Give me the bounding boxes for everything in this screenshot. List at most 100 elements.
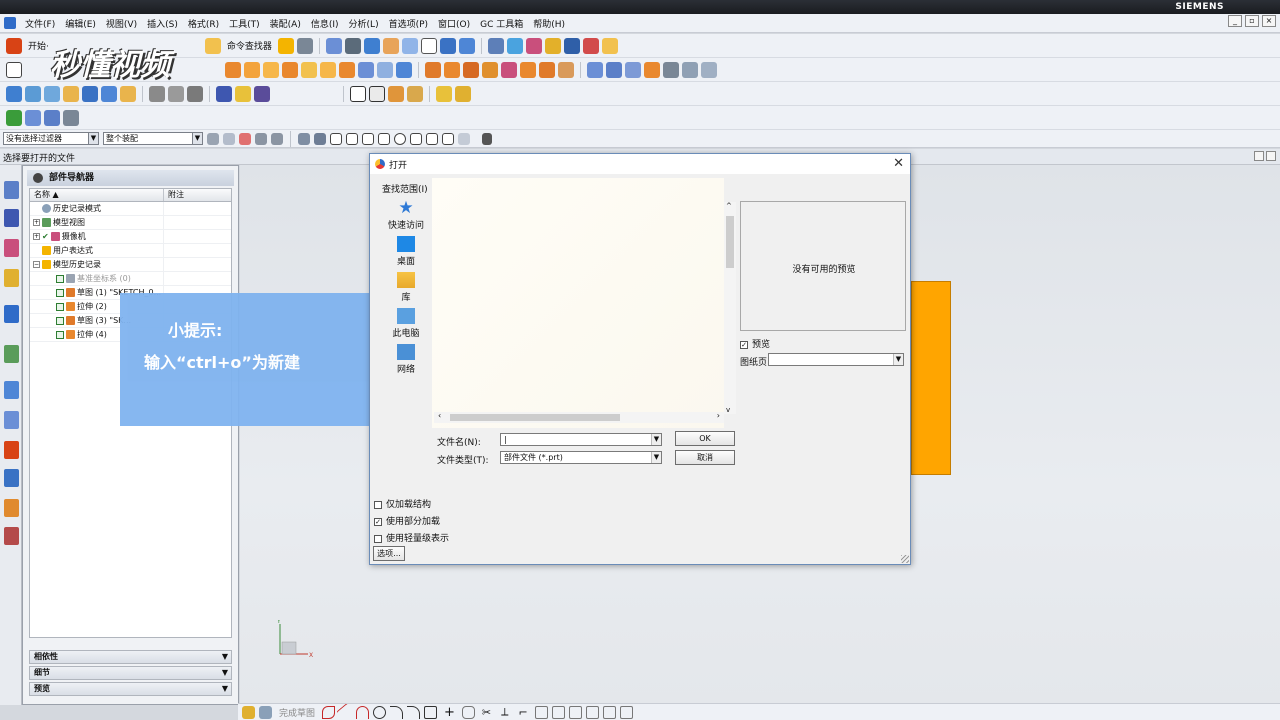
file-list[interactable] — [432, 178, 724, 428]
resize-grip-icon[interactable] — [901, 555, 909, 563]
option-lightweight-row[interactable]: 使用轻量级表示 — [374, 531, 449, 544]
pad-icon[interactable] — [301, 61, 317, 78]
chevron-up-icon[interactable]: ^ — [726, 202, 732, 210]
tree-row-model-history[interactable]: − 模型历史记录 — [30, 258, 231, 272]
visibility-checkbox[interactable] — [56, 302, 64, 311]
command-finder-button[interactable]: 命令查找器 — [227, 39, 272, 52]
layer-icon[interactable] — [487, 37, 504, 54]
manufacturing-wizard-tab-icon[interactable] — [4, 527, 19, 545]
tree-row-history-mode[interactable]: 历史记录模式 — [30, 202, 231, 216]
boss-icon[interactable] — [282, 61, 298, 78]
folder-icon[interactable] — [277, 37, 294, 54]
section-icon[interactable] — [401, 37, 418, 54]
tree-row-cameras[interactable]: + ✔ 摄像机 — [30, 230, 231, 244]
partial-load-checkbox[interactable]: ✓ — [374, 517, 382, 526]
filter-icon[interactable] — [207, 132, 219, 145]
snap-arc-icon[interactable] — [378, 132, 390, 145]
finish-sketch-button[interactable]: 完成草图 — [279, 706, 315, 719]
expand-icon[interactable]: + — [33, 233, 40, 240]
ok-button[interactable]: OK — [675, 431, 735, 446]
tree-row-datum-csys[interactable]: 基准坐标系 (0) — [30, 272, 231, 286]
tree-row-model-views[interactable]: + 模型视图 — [30, 216, 231, 230]
menu-info[interactable]: 信息(I) — [306, 17, 344, 30]
finish-sketch-icon[interactable] — [259, 705, 272, 719]
start-button[interactable]: 开始· — [28, 39, 49, 52]
clearance-icon[interactable] — [63, 109, 79, 126]
cancel-button[interactable]: 取消 — [675, 450, 735, 465]
line-icon[interactable] — [336, 702, 355, 720]
menu-view[interactable]: 视图(V) — [101, 17, 142, 30]
offset-curve-icon[interactable] — [149, 85, 165, 102]
intersect-icon[interactable] — [463, 61, 479, 78]
mirror-curve-icon[interactable] — [568, 705, 582, 719]
tool-icon[interactable] — [296, 37, 313, 54]
constraint-icon[interactable] — [602, 705, 616, 719]
dependencies-panel[interactable]: 相依性 ▼ — [29, 650, 232, 664]
fit-view-icon[interactable] — [325, 37, 342, 54]
chamfer-icon[interactable] — [377, 61, 393, 78]
patch-icon[interactable] — [663, 61, 679, 78]
analysis-icon[interactable] — [544, 37, 561, 54]
cube-icon[interactable] — [363, 37, 380, 54]
history-tab-icon[interactable] — [4, 381, 19, 399]
paint-icon[interactable] — [382, 37, 399, 54]
note-column-header[interactable]: 附注 — [164, 189, 184, 201]
collapse-icon[interactable]: − — [33, 261, 40, 268]
text-curve-icon[interactable] — [120, 85, 136, 102]
dimension-icon[interactable] — [585, 705, 599, 719]
menu-edit[interactable]: 编辑(E) — [60, 17, 101, 30]
visibility-checkbox[interactable] — [56, 316, 64, 325]
sketch-tool-icon[interactable] — [242, 705, 255, 719]
sew-icon[interactable] — [644, 61, 660, 78]
wcs-icon[interactable] — [439, 37, 456, 54]
model-solid-body[interactable] — [911, 281, 951, 475]
coins-icon[interactable] — [436, 85, 452, 102]
menu-insert[interactable]: 插入(S) — [142, 17, 183, 30]
pointer-icon[interactable] — [255, 132, 267, 145]
preview-checkbox-row[interactable]: ✓ 预览 — [740, 337, 770, 350]
revolve-icon[interactable] — [244, 61, 260, 78]
orient-icon[interactable] — [458, 37, 475, 54]
snap-settings-icon[interactable] — [458, 132, 470, 145]
chevron-right-icon[interactable]: › — [717, 411, 720, 420]
place-quick-access[interactable]: ★ 快速访问 — [382, 200, 430, 236]
lasso-icon[interactable] — [271, 132, 283, 145]
scrollbar-thumb[interactable] — [450, 414, 620, 421]
trim-curve-icon[interactable] — [187, 85, 203, 102]
datum-axis-icon[interactable] — [44, 85, 60, 102]
option-load-structure-row[interactable]: 仅加载结构 — [374, 497, 431, 510]
option-partial-load-row[interactable]: ✓ 使用部分加载 — [374, 514, 440, 527]
make-corner-icon[interactable]: ⌐ — [518, 706, 527, 719]
selection-priority-icon[interactable] — [482, 132, 492, 145]
reuse-library-tab-icon[interactable] — [4, 269, 19, 287]
snap-quadrant-icon[interactable] — [410, 132, 422, 145]
chevron-down-icon[interactable]: v — [726, 406, 730, 414]
extrude-icon[interactable] — [225, 61, 241, 78]
measure-icon[interactable] — [525, 37, 542, 54]
assembly-scope-dropdown[interactable]: 整个装配 ▼ — [103, 132, 203, 145]
sphere-icon[interactable] — [254, 85, 270, 102]
arc-icon[interactable] — [356, 705, 370, 719]
snap-line-icon[interactable] — [362, 132, 374, 145]
filetype-dropdown[interactable]: 部件文件 (*.prt) ▼ — [500, 451, 662, 464]
triangle-icon[interactable] — [350, 85, 366, 102]
preview-panel[interactable]: 预览 ▼ — [29, 682, 232, 696]
ruler-icon[interactable] — [601, 37, 618, 54]
roles-tab-icon[interactable] — [4, 441, 19, 459]
offset-icon[interactable] — [534, 705, 548, 719]
details-panel[interactable]: 细节 ▼ — [29, 666, 232, 680]
thicken-icon[interactable] — [682, 61, 698, 78]
weld-icon[interactable] — [455, 85, 471, 102]
close-window-button[interactable]: × — [1262, 15, 1276, 27]
menu-help[interactable]: 帮助(H) — [528, 17, 570, 30]
expand-icon[interactable]: + — [33, 219, 40, 226]
menu-assembly[interactable]: 装配(A) — [265, 17, 306, 30]
check-mate-icon[interactable] — [6, 109, 22, 126]
render-style-icon[interactable] — [344, 37, 361, 54]
place-this-pc[interactable]: 此电脑 — [382, 308, 430, 344]
split-body-icon[interactable] — [501, 61, 517, 78]
process-studio-tab-icon[interactable] — [4, 411, 19, 429]
part-navigator-tab-icon[interactable] — [4, 239, 19, 257]
offset-face-icon[interactable] — [520, 61, 536, 78]
hole-icon[interactable] — [263, 61, 279, 78]
